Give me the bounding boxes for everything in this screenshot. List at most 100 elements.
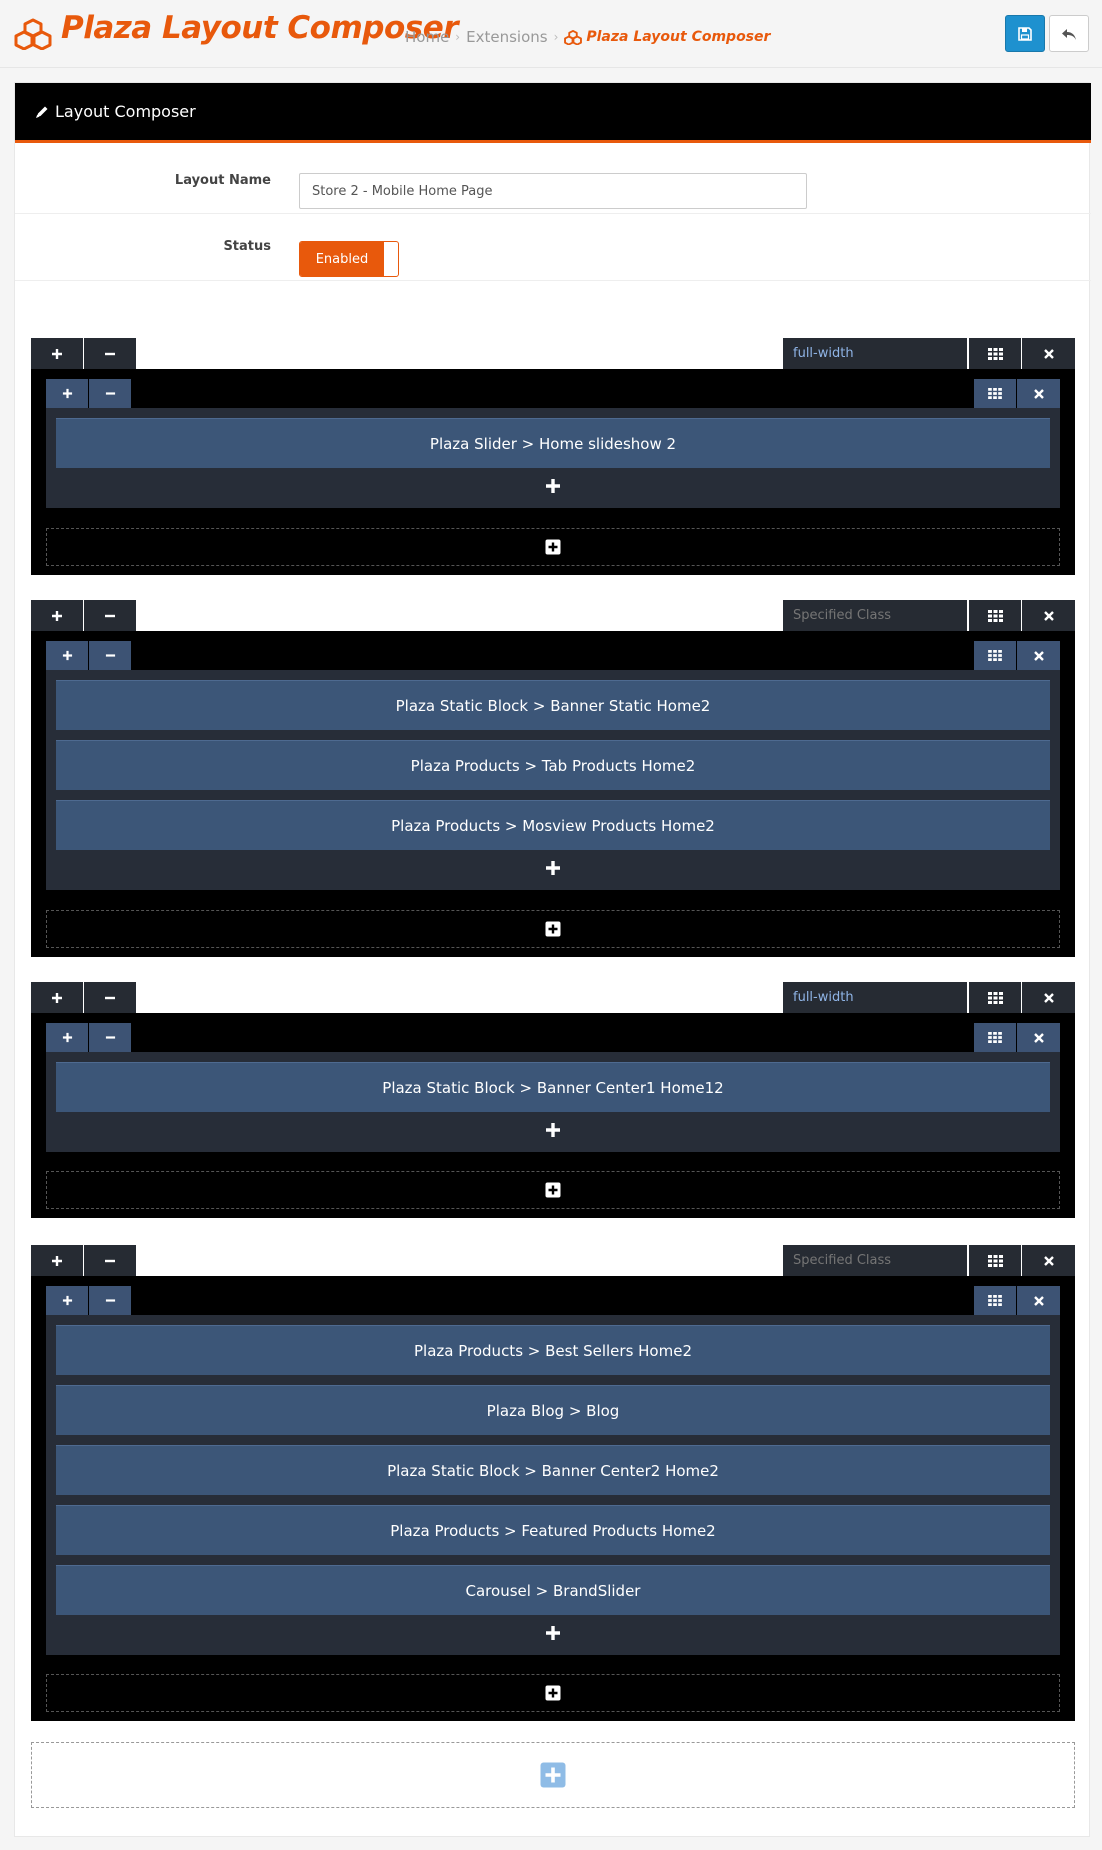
add-row-zone[interactable] — [31, 1742, 1075, 1808]
minus-icon — [105, 614, 115, 617]
add-column-zone[interactable] — [46, 910, 1060, 948]
panel-heading-title: Layout Composer — [55, 102, 196, 121]
add-module-button[interactable] — [46, 1621, 1060, 1645]
column-delete-button[interactable] — [1017, 379, 1060, 408]
module-block[interactable]: Carousel > BrandSlider — [56, 1565, 1050, 1615]
module-block[interactable]: Plaza Static Block > Banner Center1 Home… — [56, 1062, 1050, 1112]
row-add-column-button[interactable] — [31, 1245, 83, 1276]
row-layout-button[interactable] — [969, 338, 1021, 369]
layout-name-input[interactable] — [299, 173, 807, 209]
column-add-button[interactable] — [46, 379, 88, 408]
add-module-button[interactable] — [46, 474, 1060, 498]
row-remove-column-button[interactable] — [84, 338, 136, 369]
column-remove-button[interactable] — [89, 379, 131, 408]
row-body: Plaza Static Block > Banner Center1 Home… — [31, 1013, 1075, 1218]
plus-square-icon — [540, 1762, 566, 1788]
breadcrumb: Home › Extensions › Plaza Layout Compose… — [405, 28, 770, 46]
breadcrumb-extensions[interactable]: Extensions — [466, 28, 547, 46]
column-toolbar — [46, 1023, 1060, 1052]
row-remove-column-button[interactable] — [84, 1245, 136, 1276]
status-label: Status — [223, 239, 271, 254]
layout-row: Plaza Products > Best Sellers Home2 Plaz… — [31, 1245, 1075, 1721]
status-toggle[interactable]: Enabled — [299, 241, 399, 277]
row-remove-column-button[interactable] — [84, 982, 136, 1013]
column-toolbar — [46, 641, 1060, 670]
column-add-button[interactable] — [46, 1286, 88, 1315]
module-block[interactable]: Plaza Products > Best Sellers Home2 — [56, 1325, 1050, 1375]
column-layout-button[interactable] — [974, 1286, 1016, 1315]
column-body: Plaza Static Block > Banner Center1 Home… — [46, 1052, 1060, 1152]
row-delete-button[interactable] — [1022, 338, 1075, 369]
module-block[interactable]: Plaza Products > Mosview Products Home2 — [56, 800, 1050, 850]
reply-icon — [1062, 28, 1076, 40]
column-remove-button[interactable] — [89, 1286, 131, 1315]
plus-icon — [62, 1032, 72, 1043]
close-icon — [1043, 992, 1054, 1003]
close-icon — [1043, 1255, 1054, 1266]
plus-square-icon — [545, 1685, 561, 1701]
row-add-column-button[interactable] — [31, 600, 83, 631]
add-module-button[interactable] — [46, 1118, 1060, 1142]
column-delete-button[interactable] — [1017, 1023, 1060, 1052]
column-add-button[interactable] — [46, 1023, 88, 1052]
status-toggle-label: Enabled — [300, 242, 384, 276]
row-delete-button[interactable] — [1022, 982, 1075, 1013]
column-layout-button[interactable] — [974, 379, 1016, 408]
layout-composer-panel: Layout Composer Layout Name Status Enabl… — [14, 82, 1091, 1837]
row-class-input[interactable] — [783, 982, 967, 1013]
plus-icon — [52, 610, 62, 621]
add-column-zone[interactable] — [46, 528, 1060, 566]
column-remove-button[interactable] — [89, 641, 131, 670]
breadcrumb-separator: › — [455, 30, 461, 44]
column-layout-button[interactable] — [974, 1023, 1016, 1052]
plus-icon — [546, 1626, 560, 1640]
plus-icon — [546, 479, 560, 493]
module-block[interactable]: Plaza Static Block > Banner Center2 Home… — [56, 1445, 1050, 1495]
row-delete-button[interactable] — [1022, 600, 1075, 631]
column-add-button[interactable] — [46, 641, 88, 670]
add-module-button[interactable] — [46, 856, 1060, 880]
row-add-column-button[interactable] — [31, 338, 83, 369]
row-toolbar — [31, 600, 1075, 631]
row-layout-button[interactable] — [969, 1245, 1021, 1276]
grid-icon — [987, 609, 1003, 622]
add-column-zone[interactable] — [46, 1674, 1060, 1712]
module-block[interactable]: Plaza Products > Featured Products Home2 — [56, 1505, 1050, 1555]
floppy-disk-icon — [1018, 26, 1032, 41]
breadcrumb-separator: › — [553, 30, 559, 44]
minus-icon — [105, 996, 115, 999]
module-block[interactable]: Plaza Products > Tab Products Home2 — [56, 740, 1050, 790]
row-add-column-button[interactable] — [31, 982, 83, 1013]
plus-icon — [62, 650, 72, 661]
back-button[interactable] — [1049, 15, 1089, 52]
cubes-icon — [564, 29, 583, 45]
row-delete-button[interactable] — [1022, 1245, 1075, 1276]
module-block[interactable]: Plaza Blog > Blog — [56, 1385, 1050, 1435]
add-column-zone[interactable] — [46, 1171, 1060, 1209]
save-button[interactable] — [1005, 15, 1045, 52]
breadcrumb-current-label: Plaza Layout Composer — [586, 29, 771, 45]
breadcrumb-home[interactable]: Home — [405, 28, 449, 46]
plus-icon — [546, 861, 560, 875]
row-class-input[interactable] — [783, 1245, 967, 1276]
column-layout-button[interactable] — [974, 641, 1016, 670]
breadcrumb-current[interactable]: Plaza Layout Composer — [564, 29, 770, 45]
column-remove-button[interactable] — [89, 1023, 131, 1052]
close-icon — [1043, 610, 1054, 621]
module-block[interactable]: Plaza Slider > Home slideshow 2 — [56, 418, 1050, 468]
module-block[interactable]: Plaza Static Block > Banner Static Home2 — [56, 680, 1050, 730]
row-layout-button[interactable] — [969, 600, 1021, 631]
grid-icon — [988, 1295, 1002, 1306]
row-class-input[interactable] — [783, 338, 967, 369]
plus-icon — [546, 1123, 560, 1137]
plus-square-icon — [545, 539, 561, 555]
minus-icon — [105, 1259, 115, 1262]
column-delete-button[interactable] — [1017, 641, 1060, 670]
column-delete-button[interactable] — [1017, 1286, 1060, 1315]
row-layout-button[interactable] — [969, 982, 1021, 1013]
row-class-input[interactable] — [783, 600, 967, 631]
minus-icon — [105, 352, 115, 355]
column-body: Plaza Products > Best Sellers Home2 Plaz… — [46, 1315, 1060, 1655]
row-remove-column-button[interactable] — [84, 600, 136, 631]
plus-icon — [52, 992, 62, 1003]
